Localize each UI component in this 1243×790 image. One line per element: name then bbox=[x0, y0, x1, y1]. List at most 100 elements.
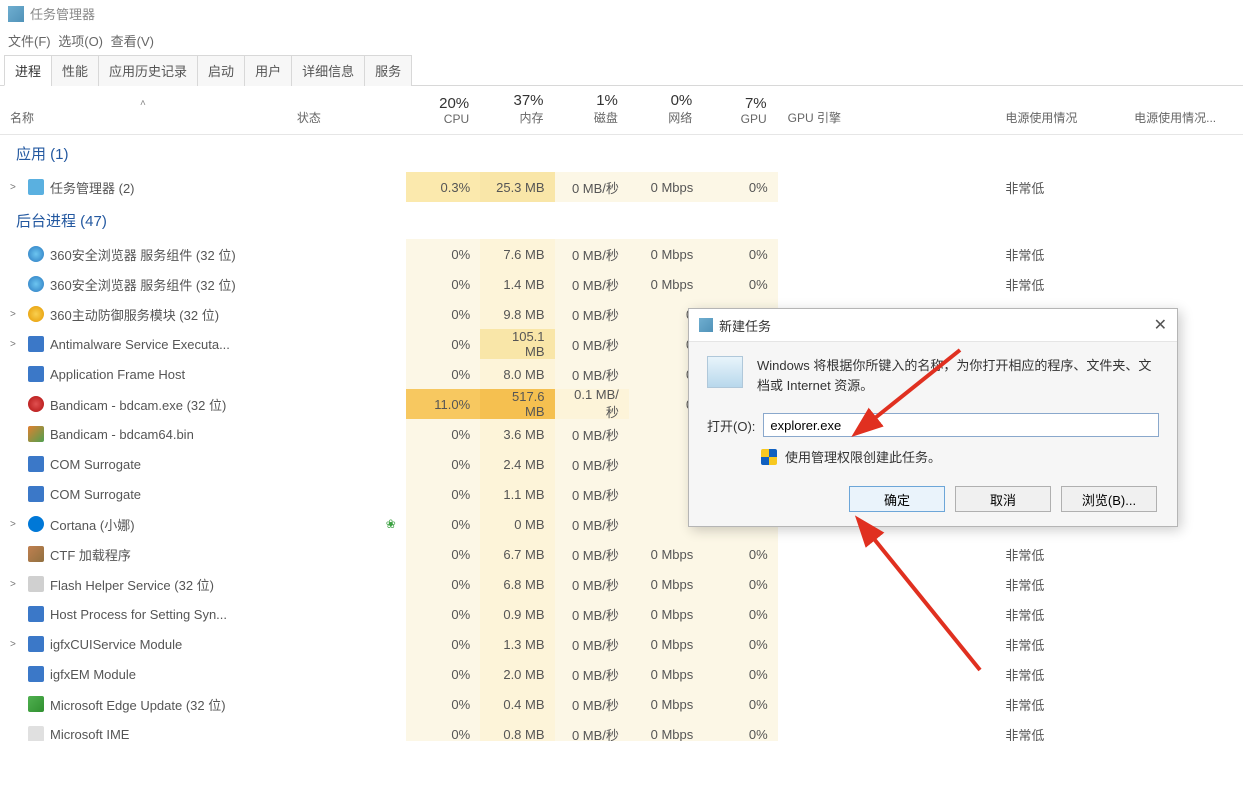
cpu-cell: 11.0% bbox=[406, 389, 480, 419]
header-gpu-engine[interactable]: GPU 引擎 bbox=[778, 86, 996, 134]
status-cell bbox=[287, 329, 406, 359]
process-name: Host Process for Setting Syn... bbox=[50, 607, 227, 622]
expand-icon[interactable]: > bbox=[10, 309, 22, 320]
table-row[interactable]: CTF 加载程序0%6.7 MB0 MB/秒0 Mbps0%非常低 bbox=[0, 539, 1243, 569]
dialog-titlebar[interactable]: 新建任务 ✕ bbox=[689, 309, 1177, 342]
disk-cell: 0 MB/秒 bbox=[555, 419, 629, 449]
tab-details[interactable]: 详细信息 bbox=[291, 55, 365, 86]
tab-services[interactable]: 服务 bbox=[364, 55, 412, 86]
header-name[interactable]: ˄ 名称 bbox=[0, 86, 287, 134]
header-power-trend[interactable]: 电源使用情况... bbox=[1124, 86, 1243, 134]
table-row[interactable]: >Flash Helper Service (32 位)0%6.8 MB0 MB… bbox=[0, 569, 1243, 599]
tab-app-history[interactable]: 应用历史记录 bbox=[98, 55, 198, 86]
header-net-label: 网络 bbox=[668, 109, 692, 126]
gpu-engine-cell bbox=[778, 269, 996, 299]
disk-cell: 0 MB/秒 bbox=[555, 509, 629, 539]
header-cpu-pct: 20% bbox=[439, 95, 469, 112]
header-disk[interactable]: 1% 磁盘 bbox=[555, 86, 629, 134]
gpu-engine-cell bbox=[778, 539, 996, 569]
process-name-cell: >igfxCUIService Module bbox=[0, 629, 287, 659]
tab-performance[interactable]: 性能 bbox=[51, 55, 99, 86]
cpu-cell: 0% bbox=[406, 629, 480, 659]
process-icon bbox=[28, 486, 44, 502]
network-cell: 0 Mbps bbox=[629, 629, 703, 659]
process-icon bbox=[28, 516, 44, 532]
gpu-cell: 0% bbox=[703, 172, 777, 202]
memory-cell: 8.0 MB bbox=[480, 359, 554, 389]
cancel-button[interactable]: 取消 bbox=[955, 486, 1051, 512]
cpu-cell: 0% bbox=[406, 539, 480, 569]
process-name: Bandicam - bdcam64.bin bbox=[50, 427, 194, 442]
memory-cell: 517.6 MB bbox=[480, 389, 554, 419]
cpu-cell: 0% bbox=[406, 479, 480, 509]
power-cell: 非常低 bbox=[995, 539, 1124, 569]
gpu-engine-cell bbox=[778, 599, 996, 629]
header-disk-label: 磁盘 bbox=[594, 109, 618, 126]
expand-icon[interactable]: > bbox=[10, 339, 22, 350]
gpu-cell: 0% bbox=[703, 629, 777, 659]
process-icon bbox=[28, 606, 44, 622]
process-name: Cortana (小娜) bbox=[50, 515, 135, 534]
header-network[interactable]: 0% 网络 bbox=[629, 86, 703, 134]
process-name-cell: COM Surrogate bbox=[0, 479, 287, 509]
network-cell: 0 Mbps bbox=[629, 539, 703, 569]
header-mem-label: 内存 bbox=[520, 109, 544, 126]
menu-file[interactable]: 文件(F) bbox=[8, 34, 51, 49]
tab-processes[interactable]: 进程 bbox=[4, 55, 52, 86]
table-row[interactable]: igfxEM Module0%2.0 MB0 MB/秒0 Mbps0%非常低 bbox=[0, 659, 1243, 689]
power-trend-cell bbox=[1124, 172, 1243, 202]
tab-startup[interactable]: 启动 bbox=[197, 55, 245, 86]
expand-icon[interactable]: > bbox=[10, 639, 22, 650]
power-trend-cell bbox=[1124, 659, 1243, 689]
header-memory[interactable]: 37% 内存 bbox=[480, 86, 554, 134]
menu-options[interactable]: 选项(O) bbox=[58, 34, 103, 49]
status-cell bbox=[287, 359, 406, 389]
header-cpu[interactable]: 20% CPU bbox=[406, 86, 480, 134]
table-row[interactable]: Host Process for Setting Syn...0%0.9 MB0… bbox=[0, 599, 1243, 629]
table-row[interactable]: >igfxCUIService Module0%1.3 MB0 MB/秒0 Mb… bbox=[0, 629, 1243, 659]
table-row[interactable]: Microsoft Edge Update (32 位)0%0.4 MB0 MB… bbox=[0, 689, 1243, 719]
tabs: 进程 性能 应用历史记录 启动 用户 详细信息 服务 bbox=[0, 54, 1243, 86]
header-power[interactable]: 电源使用情况 bbox=[995, 86, 1124, 134]
browse-button[interactable]: 浏览(B)... bbox=[1061, 486, 1157, 512]
network-cell: 0 Mbps bbox=[629, 659, 703, 689]
disk-cell: 0 MB/秒 bbox=[555, 659, 629, 689]
close-icon[interactable]: ✕ bbox=[1154, 315, 1167, 335]
memory-cell: 1.1 MB bbox=[480, 479, 554, 509]
memory-cell: 3.6 MB bbox=[480, 419, 554, 449]
process-name-cell: Bandicam - bdcam.exe (32 位) bbox=[0, 389, 287, 419]
menu-view[interactable]: 查看(V) bbox=[111, 34, 154, 49]
table-row[interactable]: Microsoft IME0%0.8 MB0 MB/秒0 Mbps0%非常低 bbox=[0, 719, 1243, 741]
expand-icon[interactable]: > bbox=[10, 519, 22, 530]
cpu-cell: 0% bbox=[406, 269, 480, 299]
header-status-label: 状态 bbox=[297, 109, 395, 126]
header-status[interactable]: 状态 bbox=[287, 86, 406, 134]
group-background[interactable]: 后台进程 (47) bbox=[0, 202, 1243, 239]
disk-cell: 0 MB/秒 bbox=[555, 269, 629, 299]
process-name: Microsoft Edge Update (32 位) bbox=[50, 695, 226, 714]
group-apps[interactable]: 应用 (1) bbox=[0, 135, 1243, 172]
cpu-cell: 0% bbox=[406, 569, 480, 599]
process-icon bbox=[28, 546, 44, 562]
leaf-icon: ❀ bbox=[386, 517, 396, 531]
cpu-cell: 0% bbox=[406, 599, 480, 629]
process-name-cell: igfxEM Module bbox=[0, 659, 287, 689]
status-cell bbox=[287, 299, 406, 329]
expand-icon[interactable]: > bbox=[10, 182, 22, 193]
table-row[interactable]: 360安全浏览器 服务组件 (32 位)0%1.4 MB0 MB/秒0 Mbps… bbox=[0, 269, 1243, 299]
gpu-cell: 0% bbox=[703, 719, 777, 741]
power-cell: 非常低 bbox=[995, 659, 1124, 689]
power-cell: 非常低 bbox=[995, 569, 1124, 599]
table-row[interactable]: >任务管理器 (2)0.3%25.3 MB0 MB/秒0 Mbps0%非常低 bbox=[0, 172, 1243, 202]
open-input[interactable] bbox=[763, 413, 1159, 437]
dialog-title: 新建任务 bbox=[719, 316, 771, 335]
expand-icon[interactable]: > bbox=[10, 579, 22, 590]
power-cell: 非常低 bbox=[995, 172, 1124, 202]
ok-button[interactable]: 确定 bbox=[849, 486, 945, 512]
header-gpu[interactable]: 7% GPU bbox=[703, 86, 777, 134]
table-row[interactable]: 360安全浏览器 服务组件 (32 位)0%7.6 MB0 MB/秒0 Mbps… bbox=[0, 239, 1243, 269]
disk-cell: 0 MB/秒 bbox=[555, 479, 629, 509]
tab-users[interactable]: 用户 bbox=[244, 55, 292, 86]
cpu-cell: 0% bbox=[406, 359, 480, 389]
process-name-cell: 360安全浏览器 服务组件 (32 位) bbox=[0, 239, 287, 269]
